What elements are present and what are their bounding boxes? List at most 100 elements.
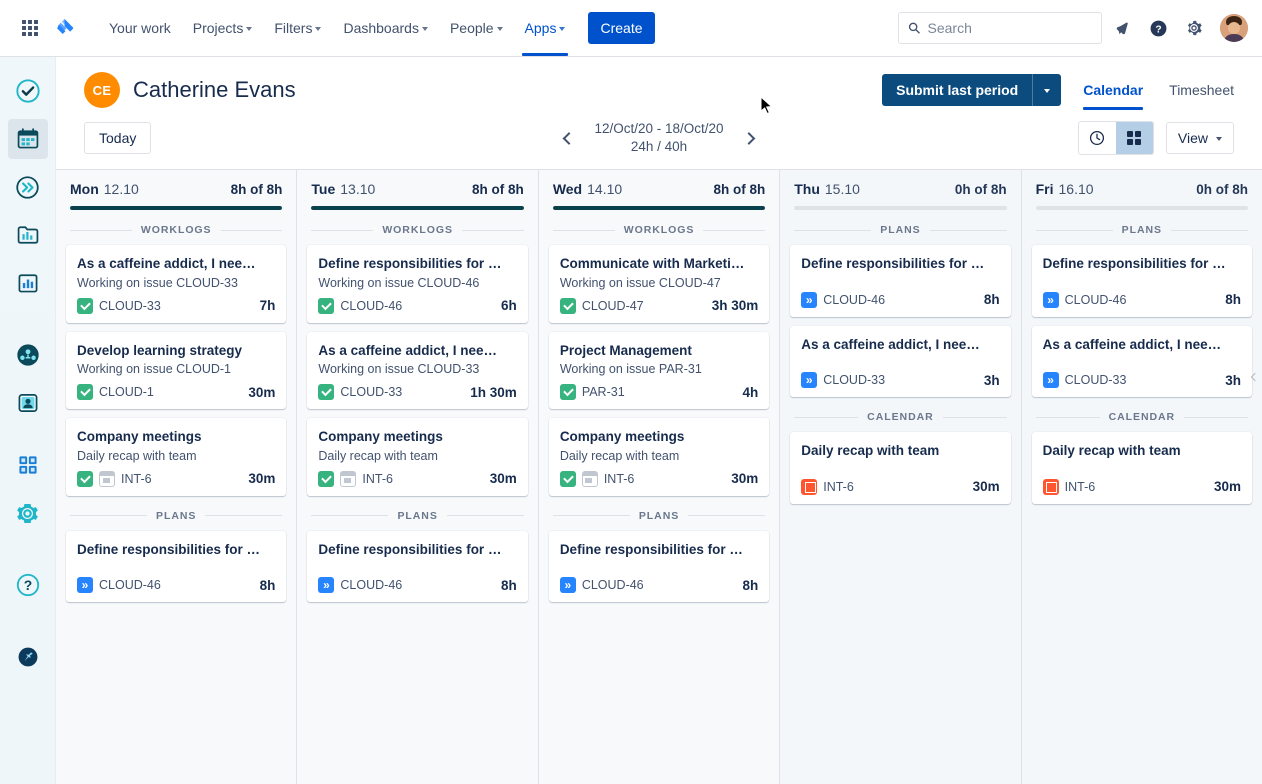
day-header: Tue 13.10 8h of 8h [297,170,537,210]
view-options-button[interactable]: View [1165,122,1234,154]
submit-last-period-button[interactable]: Submit last period [882,74,1062,106]
plan-card[interactable]: Define responsibilities for … CLOUD-46 8h [790,245,1011,317]
apps-grid-icon[interactable] [14,12,46,44]
day-hours-total: 0h of 8h [1196,182,1249,197]
issue-key[interactable]: PAR-31 [582,385,625,399]
collapse-panel-handle[interactable] [1248,357,1262,397]
day-column-mon: Mon 12.10 8h of 8h WORKLOGS As a caffeine ad… [56,170,298,784]
nav-item-dashboards[interactable]: Dashboards [332,0,439,56]
issue-key[interactable]: CLOUD-46 [1065,293,1127,307]
calendar-event-icon [801,478,818,495]
section-label-worklogs: WORKLOGS [70,224,283,236]
nav-item-apps[interactable]: Apps [514,0,577,56]
issue-key[interactable]: CLOUD-46 [340,299,402,313]
search-box[interactable] [898,12,1102,44]
plan-card[interactable]: As a caffeine addict, I nee… CLOUD-33 3h [1031,325,1253,398]
worklog-card[interactable]: Communicate with Marketi… Working on issu… [548,245,770,323]
worklog-card[interactable]: As a caffeine addict, I nee… Working on i… [307,331,528,410]
worklog-card[interactable]: As a caffeine addict, I nee… Working on i… [66,245,287,323]
previous-period-button[interactable] [554,125,580,151]
tab-calendar[interactable]: Calendar [1083,71,1143,110]
page-title: Catherine Evans [133,77,296,102]
worklog-card[interactable]: Project Management Working on issue PAR-3… [548,331,770,410]
nav-item-your-work[interactable]: Your work [98,0,182,56]
epic-type-icon [801,291,818,308]
person-card-icon[interactable] [8,383,48,423]
day-date: 12.10 [103,181,139,197]
help-circle-icon[interactable]: ? [1142,12,1174,44]
search-input[interactable] [927,20,1092,36]
issue-key[interactable]: CLOUD-46 [99,578,161,592]
issue-key[interactable]: INT-6 [1065,480,1096,494]
card-title: Define responsibilities for … [77,541,261,557]
issue-key[interactable]: CLOUD-46 [340,578,402,592]
analytics-chart-icon[interactable] [8,263,48,303]
card-footer: CLOUD-46 8h [77,577,276,594]
calendar-event-card[interactable]: Daily recap with team INT-6 30m [1031,432,1253,504]
issue-key[interactable]: INT-6 [362,472,393,486]
issue-key[interactable]: CLOUD-33 [1065,373,1127,387]
issue-key[interactable]: CLOUD-1 [99,385,154,399]
card-subtitle: Daily recap with team [559,448,680,463]
submit-dropdown-button[interactable] [1033,74,1061,106]
tasks-check-icon[interactable] [8,71,48,111]
next-period-button[interactable] [738,125,764,151]
section-label-text: PLANS [1121,224,1162,236]
calendar-icon[interactable] [7,119,48,159]
tab-timesheet[interactable]: Timesheet [1169,71,1234,109]
notifications-bell-icon[interactable] [1106,12,1138,44]
today-button[interactable]: Today [84,122,152,154]
nav-item-label: Apps [524,20,557,36]
card-duration: 30m [731,471,759,487]
settings-gear-icon[interactable] [8,493,48,533]
issue-key[interactable]: INT-6 [604,472,635,486]
user-avatar[interactable]: CE [84,72,120,108]
profile-avatar[interactable] [1220,14,1248,42]
gear-icon[interactable] [1178,12,1210,44]
section-label-text: WORKLOGS [382,224,453,236]
epic-forward-icon[interactable] [8,167,48,207]
reports-folder-icon[interactable] [8,215,48,255]
grid-view-button[interactable] [1115,122,1153,154]
team-globe-icon[interactable] [8,335,48,375]
issue-key[interactable]: CLOUD-46 [823,293,885,307]
card-duration: 7h [259,298,276,314]
plan-card[interactable]: Define responsibilities for … CLOUD-46 8h [548,530,770,603]
issue-key[interactable]: INT-6 [823,480,854,494]
calendar-event-icon [99,470,115,487]
issue-key[interactable]: INT-6 [121,472,152,486]
worklog-card[interactable]: Develop learning strategy Working on issu… [66,331,287,410]
nav-item-filters[interactable]: Filters [263,0,332,56]
worklog-card[interactable]: Company meetings Daily recap with team INT… [548,418,770,496]
main-nav-items: Your work Projects Filters Dashboards Pe… [98,0,576,56]
issue-key[interactable]: CLOUD-33 [99,299,161,313]
nav-item-people[interactable]: People [439,0,514,56]
issue-key[interactable]: CLOUD-33 [340,385,402,399]
day-column-wed: Wed 14.10 8h of 8h WORKLOGS Communicate with… [538,170,781,784]
pin-icon[interactable] [8,637,48,677]
issue-key[interactable]: CLOUD-47 [582,299,644,313]
plan-card[interactable]: As a caffeine addict, I nee… CLOUD-33 3h [790,325,1011,398]
card-footer: INT-6 30m [559,470,759,487]
card-duration: 3h 30m [711,298,759,314]
task-type-icon [318,297,335,314]
task-type-icon [77,384,93,401]
card-duration: 8h [259,577,276,593]
worklog-card[interactable]: Company meetings Daily recap with team INT… [66,418,287,496]
apps-squares-icon[interactable] [8,445,48,485]
plan-card[interactable]: Define responsibilities for … CLOUD-46 8h [307,530,528,603]
help-question-icon[interactable]: ? [8,565,48,605]
worklog-card[interactable]: Company meetings Daily recap with team INT… [307,418,528,496]
issue-key[interactable]: CLOUD-46 [582,578,644,592]
plan-card[interactable]: Define responsibilities for … CLOUD-46 8h [1031,245,1253,317]
issue-key[interactable]: CLOUD-33 [823,373,885,387]
timeline-view-button[interactable] [1078,122,1116,154]
worklog-card[interactable]: Define responsibilities for … Working on … [307,245,528,323]
nav-item-projects[interactable]: Projects [182,0,264,56]
card-subtitle: Working on issue PAR-31 [559,362,702,377]
jira-logo-icon[interactable] [48,12,82,44]
nav-item-label: Dashboards [343,20,419,36]
calendar-event-card[interactable]: Daily recap with team INT-6 30m [790,432,1011,504]
create-button[interactable]: Create [588,12,655,44]
plan-card[interactable]: Define responsibilities for … CLOUD-46 8h [66,530,287,603]
